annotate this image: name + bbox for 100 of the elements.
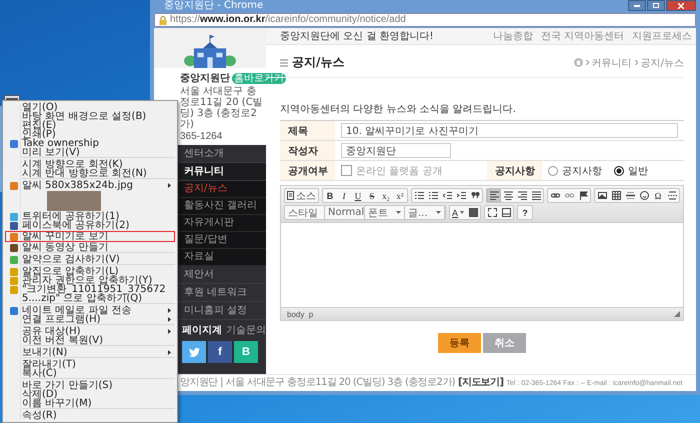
caret-icon bbox=[460, 211, 464, 214]
bird-icon bbox=[188, 348, 200, 356]
toolbar-button[interactable]: Ω bbox=[651, 189, 665, 202]
outdent-icon bbox=[442, 191, 452, 200]
context-menu-item[interactable]: 삭제(D) bbox=[5, 390, 175, 399]
align-right-icon bbox=[518, 191, 526, 200]
public-checkbox[interactable] bbox=[341, 165, 352, 176]
indent-icon bbox=[456, 191, 466, 200]
toolbar-button[interactable]: B bbox=[323, 189, 337, 202]
photo-placeholder bbox=[47, 191, 101, 211]
anchor-flag-icon bbox=[578, 191, 588, 200]
minimize-icon bbox=[634, 4, 640, 6]
toolbar-dropdown[interactable]: 스타일 bbox=[285, 206, 325, 219]
field-label: 작성자 bbox=[280, 141, 335, 160]
toolbar-button[interactable]: x₂ bbox=[379, 189, 393, 202]
facebook-share-button[interactable]: f bbox=[208, 341, 232, 363]
context-menu-item[interactable]: 이름 바꾸기(M) bbox=[5, 399, 175, 408]
twitter-share-button[interactable] bbox=[182, 341, 206, 363]
align-right-button[interactable] bbox=[515, 189, 529, 202]
map-link[interactable]: [지도보기] bbox=[458, 377, 504, 389]
context-menu-item[interactable]: 복사(C) bbox=[5, 369, 175, 378]
numbered-list-button[interactable] bbox=[412, 189, 426, 202]
table-icon bbox=[612, 191, 620, 200]
address-bar[interactable]: https://www.ion.or.kr/icareinfo/community/notice/add bbox=[154, 13, 696, 27]
field-label: 공개여부 bbox=[280, 161, 335, 180]
context-menu-item[interactable]: 속성(R) bbox=[5, 411, 175, 420]
align-center-icon bbox=[504, 191, 512, 200]
unlink-icon bbox=[564, 191, 574, 200]
justify-button[interactable] bbox=[529, 189, 543, 202]
numbered-list-icon bbox=[414, 191, 424, 200]
text-color-button[interactable]: A bbox=[450, 206, 466, 219]
radio-button[interactable] bbox=[614, 166, 624, 176]
submit-button[interactable]: 등록 bbox=[438, 333, 481, 353]
footer-address: 앙지원단 | 서울 서대문구 충정로11길 20 (C빌딩) 3층 (충정로2가) bbox=[180, 377, 455, 389]
context-menu-item[interactable]: 바탕 화면 배경으로 설정(B) bbox=[5, 112, 175, 121]
indent-button[interactable] bbox=[454, 189, 468, 202]
phone-number: 365-1264 bbox=[180, 131, 224, 142]
show-blocks-button[interactable] bbox=[499, 206, 514, 219]
smiley-button[interactable] bbox=[637, 189, 651, 202]
link-icon bbox=[550, 191, 560, 200]
radio-button[interactable] bbox=[548, 166, 558, 176]
align-left-icon bbox=[490, 191, 498, 200]
context-menu-item[interactable]: 공유 대상(H) bbox=[5, 327, 175, 336]
context-menu-item[interactable]: Take ownership bbox=[5, 139, 175, 148]
minimize-button[interactable] bbox=[628, 0, 646, 11]
maximize-button[interactable] bbox=[647, 0, 665, 11]
intro-text: 지역아동센터의 다양한 뉴스와 소식을 알려드립니다. bbox=[280, 103, 517, 116]
outdent-button[interactable] bbox=[440, 189, 454, 202]
context-menu-item[interactable]: 보내기(N) bbox=[5, 348, 175, 357]
align-left-button[interactable] bbox=[487, 189, 501, 202]
context-menu-item[interactable]: 바로 가기 만들기(S) bbox=[5, 381, 175, 390]
context-menu-item[interactable]: 열기(O) bbox=[5, 103, 175, 112]
title-field[interactable]: 10. 알씨꾸미기로 사진꾸미기 bbox=[341, 123, 678, 138]
toolbar-button[interactable]: ? bbox=[518, 206, 532, 219]
school-building-drawing bbox=[182, 34, 238, 68]
context-menu-item[interactable]: 편집(E) bbox=[5, 121, 175, 130]
page-break-button[interactable] bbox=[665, 189, 679, 202]
resize-grip-icon[interactable] bbox=[674, 311, 680, 317]
context-menu-item[interactable]: 이전 버전 복원(V) bbox=[5, 336, 175, 345]
lock-icon bbox=[159, 16, 167, 24]
breadcrumb-link[interactable]: 커뮤니티 bbox=[592, 56, 632, 70]
smiley-icon bbox=[640, 191, 648, 200]
toolbar-dropdown[interactable]: 폰트 bbox=[365, 206, 405, 219]
align-center-button[interactable] bbox=[501, 189, 515, 202]
field-label: 공지사항 bbox=[487, 161, 542, 180]
caret-icon bbox=[436, 211, 441, 214]
menu-icon bbox=[280, 58, 288, 66]
context-menu-item[interactable]: 인쇄(P) bbox=[5, 130, 175, 139]
url-text: https://www.ion.or.kr/icareinfo/community/notice/add bbox=[170, 14, 406, 26]
toolbar-dropdown[interactable]: Normal bbox=[325, 206, 365, 219]
toolbar-button[interactable]: I bbox=[337, 189, 351, 202]
toolbar-dropdown[interactable]: 글... bbox=[405, 206, 445, 219]
contact-label: 페이지계 bbox=[182, 324, 222, 337]
toolbar-button[interactable]: S bbox=[365, 189, 379, 202]
source-button[interactable]: 소스 bbox=[285, 189, 318, 202]
context-menu-item[interactable]: 알씨 꾸미기로 보기 bbox=[5, 231, 175, 242]
horizontal-rule-icon bbox=[626, 191, 634, 200]
context-menu-item[interactable]: 잘라내기(T) bbox=[5, 360, 175, 369]
address-text: 서울 서대문구 충정로11길 20 (C빌딩) 3층 (충정로2가) bbox=[180, 86, 263, 130]
radio-label: 공지사항 bbox=[562, 164, 602, 178]
shield-icon bbox=[10, 140, 18, 148]
maximize-button[interactable] bbox=[485, 206, 500, 219]
breadcrumb-link[interactable]: 공지/뉴스 bbox=[640, 56, 684, 70]
horizontal-rule-button[interactable] bbox=[623, 189, 637, 202]
radio-label: 일반 bbox=[628, 164, 648, 178]
app-icon bbox=[10, 307, 18, 315]
toolbar-button[interactable]: x² bbox=[393, 189, 407, 202]
show-blocks-icon bbox=[502, 208, 511, 217]
toolbar-button[interactable]: U bbox=[351, 189, 365, 202]
author-field[interactable]: 중앙지원단 bbox=[341, 143, 451, 158]
image-button[interactable] bbox=[595, 189, 609, 202]
table-button[interactable] bbox=[609, 189, 623, 202]
bulleted-list-button[interactable] bbox=[426, 189, 440, 202]
close-button[interactable] bbox=[666, 0, 696, 11]
chevron-icon bbox=[634, 60, 638, 65]
maximize-icon bbox=[653, 3, 659, 8]
checkbox-label: 온라인 플랫폼 공개 bbox=[356, 164, 442, 178]
tech-support-link[interactable]: 기술문의 bbox=[226, 323, 266, 337]
window-title: 중앙지원단 - Chrome bbox=[163, 0, 264, 12]
background-color-icon bbox=[468, 208, 478, 217]
